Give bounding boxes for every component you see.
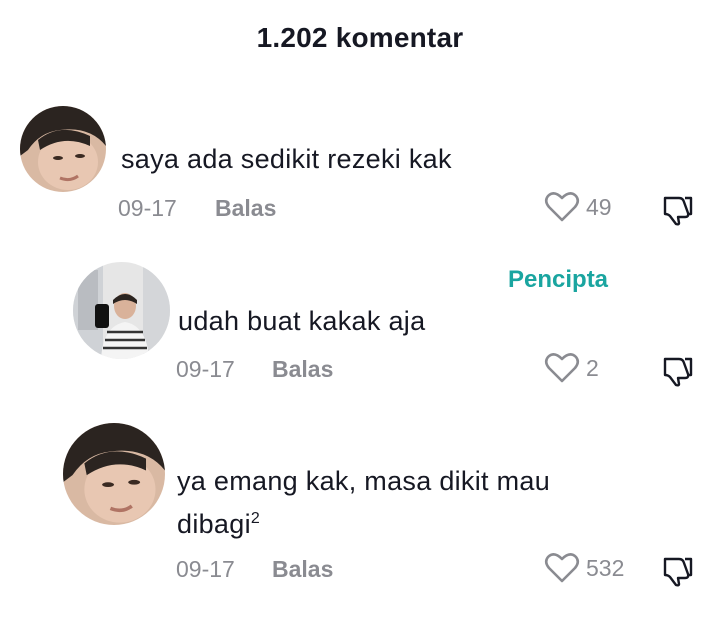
avatar[interactable] [20, 106, 106, 192]
thumbs-down-icon[interactable] [661, 553, 695, 587]
like-button[interactable]: 49 [544, 191, 612, 223]
like-count: 532 [586, 554, 625, 581]
reply-button[interactable]: Balas [215, 195, 276, 222]
thumbs-down-icon[interactable] [661, 192, 695, 226]
reply-button[interactable]: Balas [272, 556, 333, 583]
heart-outline-icon [544, 553, 580, 583]
comment-text: ya emang kak, masa dikit mau dibagi2 [177, 462, 550, 543]
avatar[interactable] [73, 262, 170, 359]
comment-text: udah buat kakak aja [178, 306, 426, 336]
like-count: 49 [586, 193, 612, 220]
comment-text: saya ada sedikit rezeki kak [121, 144, 452, 174]
like-count: 2 [586, 354, 599, 381]
thumbs-down-icon[interactable] [661, 353, 695, 387]
comment-date: 09-17 [118, 195, 177, 221]
like-button[interactable]: 2 [544, 352, 599, 384]
comment-date: 09-17 [176, 556, 235, 582]
reply-button[interactable]: Balas [272, 356, 333, 383]
comment-date: 09-17 [176, 356, 235, 382]
creator-badge: Pencipta [508, 266, 609, 293]
comment-text-line: dibagi2 [177, 509, 261, 539]
heart-outline-icon [544, 192, 580, 222]
like-button[interactable]: 532 [544, 552, 624, 584]
heart-outline-icon [544, 353, 580, 383]
avatar[interactable] [63, 423, 165, 525]
comment-text-line: ya emang kak, masa dikit mau [177, 466, 551, 496]
comments-header: 1.202 komentar [256, 22, 464, 53]
